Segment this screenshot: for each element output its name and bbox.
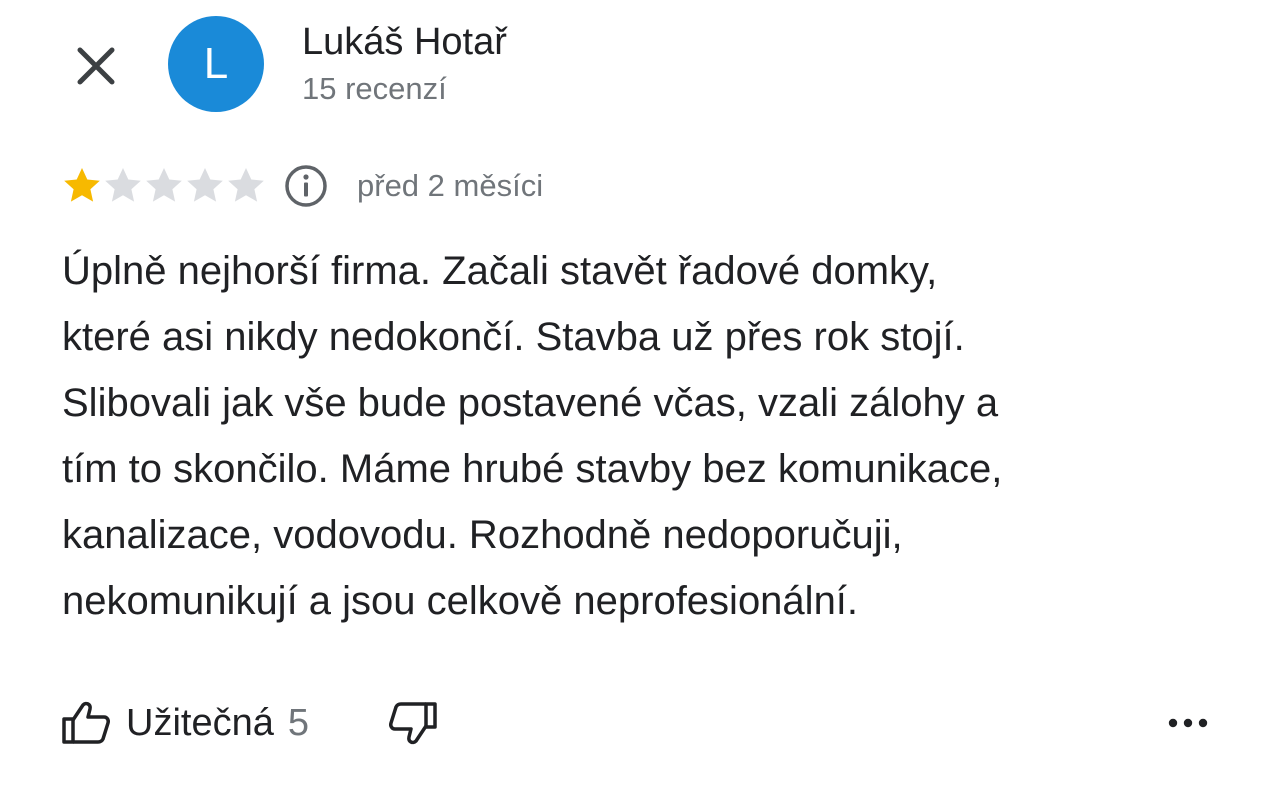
not-helpful-button[interactable]	[387, 700, 439, 746]
review-text-line: Úplně nejhorší firma. Začali stavět řado…	[62, 249, 938, 293]
helpful-count: 5	[287, 701, 309, 744]
review-text-line: Slibovali jak vše bude postavené včas, v…	[62, 381, 999, 425]
reviewer-review-count: 15 recenzí	[302, 71, 447, 106]
star-empty-icon	[187, 168, 223, 202]
review-text-line: nekomunikují a jsou celkově neprofesioná…	[62, 579, 859, 623]
star-empty-icon	[146, 168, 182, 202]
close-button[interactable]	[66, 36, 126, 96]
star-filled-icon	[64, 168, 100, 202]
star-empty-icon	[105, 168, 141, 202]
info-button[interactable]	[283, 163, 329, 209]
reviewer-name[interactable]: Lukáš Hotař	[302, 19, 507, 65]
star-empty-icon	[228, 168, 264, 202]
review-text-line: tím to skončilo. Máme hrubé stavby bez k…	[62, 447, 1003, 491]
thumbs-up-icon	[62, 701, 110, 744]
review-text: Úplně nejhorší firma. Začali stavět řado…	[62, 238, 1242, 634]
star-rating	[62, 166, 267, 206]
more-options-button[interactable]	[1162, 700, 1214, 746]
avatar-letter: L	[203, 39, 229, 88]
rating-row: před 2 měsíci	[62, 160, 543, 212]
review-date: před 2 měsíci	[357, 168, 544, 203]
avatar[interactable]: L	[168, 16, 264, 112]
thumbs-down-icon	[388, 702, 437, 745]
info-icon	[285, 165, 327, 207]
helpful-label: Užitečná	[126, 701, 274, 744]
helpful-button[interactable]: Užitečná 5	[60, 700, 309, 746]
more-horizontal-icon	[1168, 718, 1208, 728]
review-actions: Užitečná 5	[60, 690, 439, 756]
review-text-line: kanalizace, vodovodu. Rozhodně nedoporuč…	[62, 513, 903, 557]
review-detail: L Lukáš Hotař 15 recenzí před 2 měsíci Ú…	[0, 0, 1284, 800]
close-icon	[77, 47, 115, 85]
review-text-line: které asi nikdy nedokončí. Stavba už pře…	[62, 315, 965, 359]
